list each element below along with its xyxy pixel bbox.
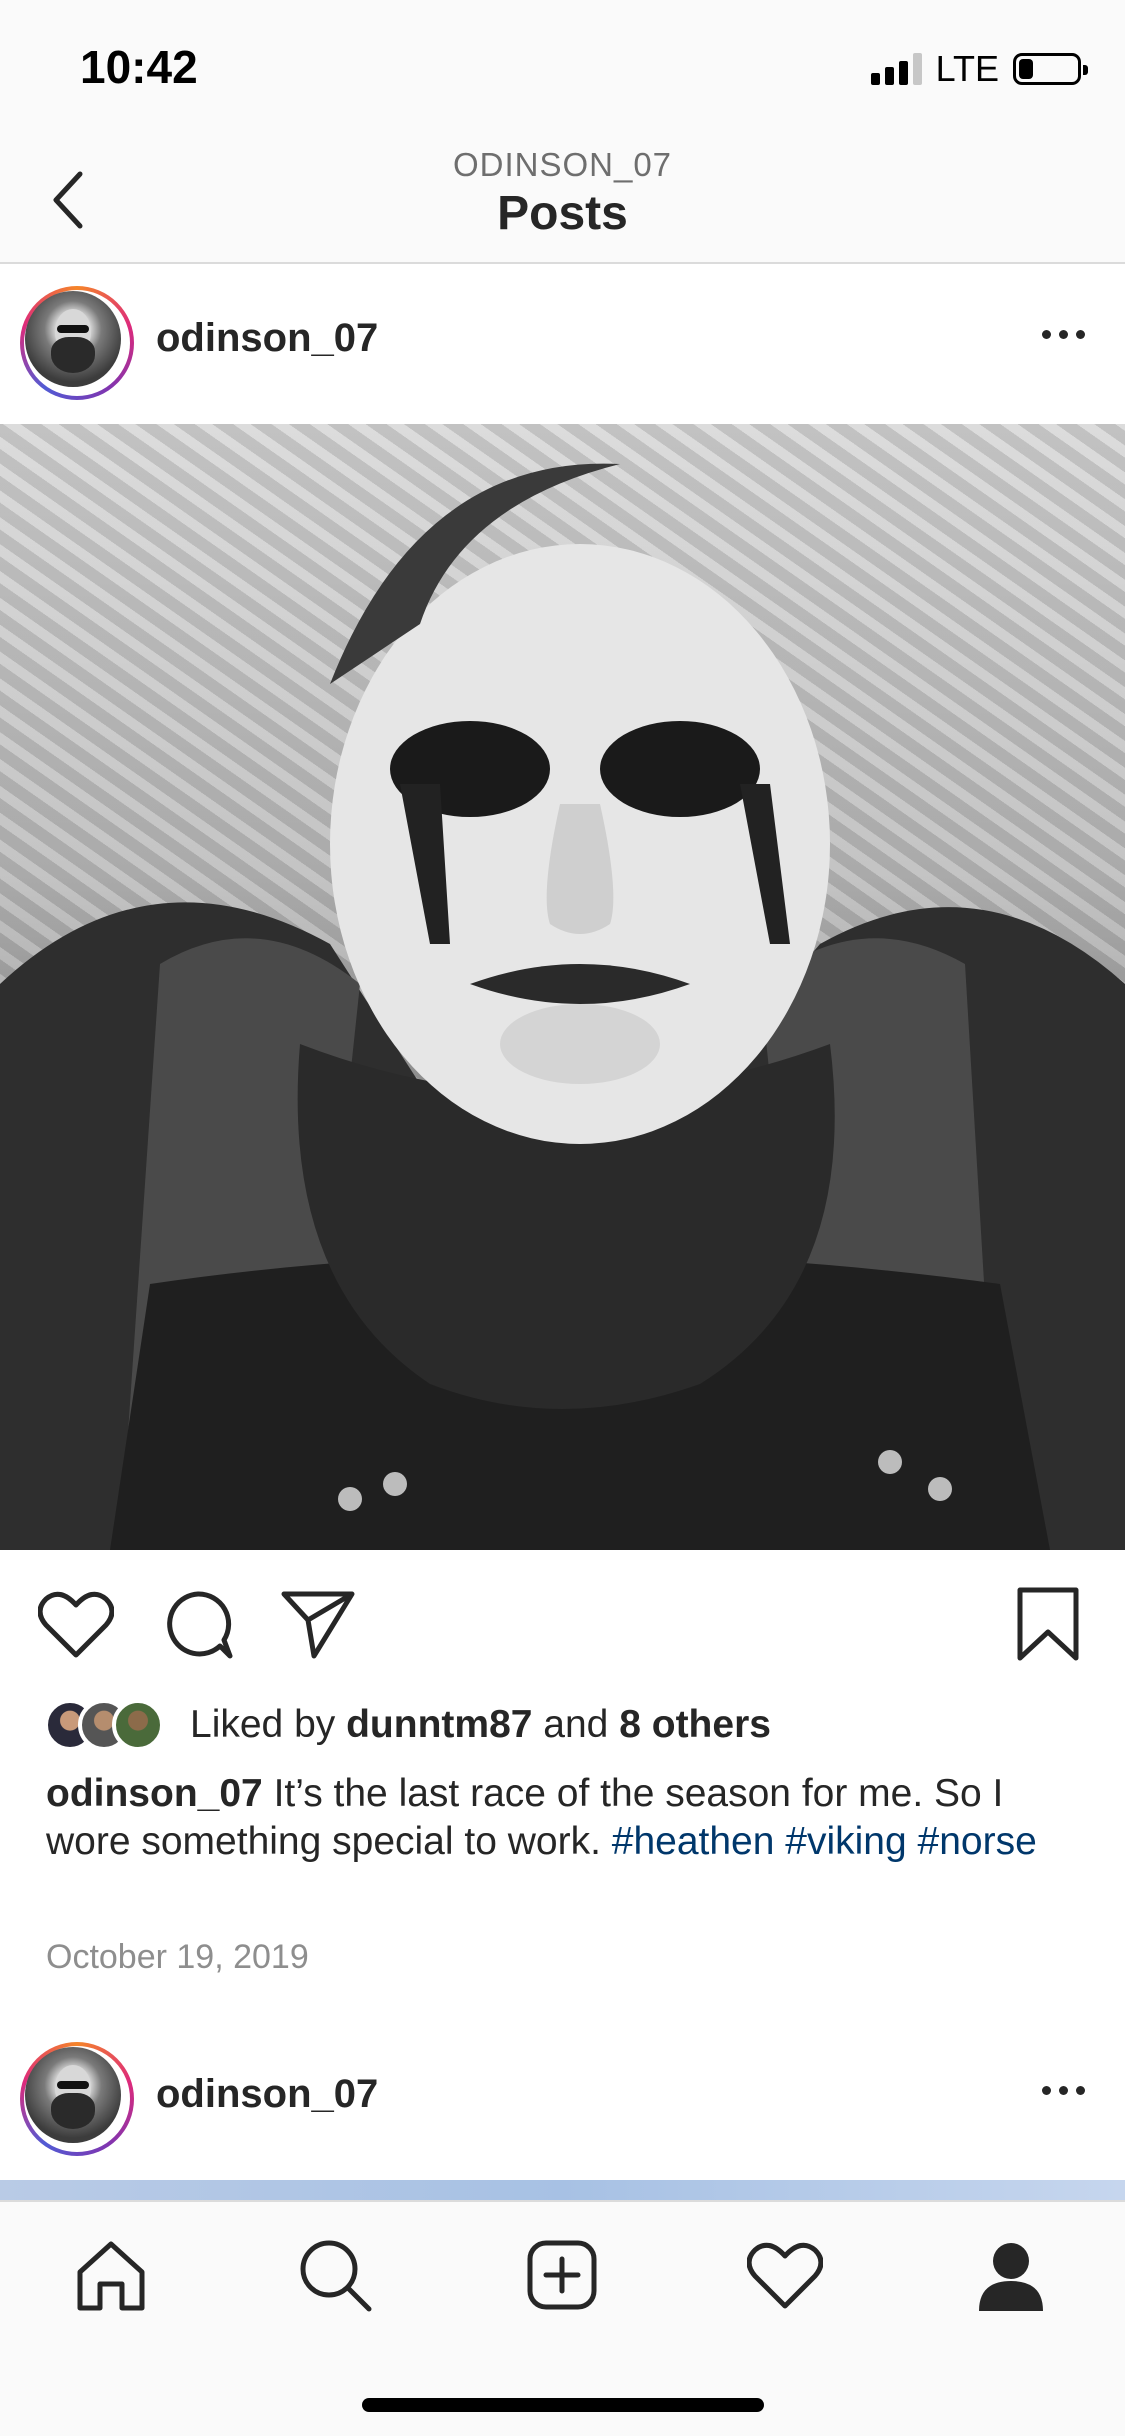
ellipsis-icon[interactable] <box>1042 2086 1085 2095</box>
post-header: odinson_07 <box>0 264 1125 424</box>
likes-summary: Liked by dunntm87 and 8 others <box>190 1703 771 1746</box>
home-icon[interactable] <box>66 2230 156 2320</box>
network-type: LTE <box>935 48 999 89</box>
activity-heart-icon[interactable] <box>740 2230 830 2320</box>
hashtag[interactable]: #norse <box>918 1820 1037 1863</box>
liker-username[interactable]: dunntm87 <box>346 1703 532 1746</box>
avatar[interactable] <box>20 2042 134 2156</box>
heart-outline-icon[interactable] <box>36 1584 116 1664</box>
ellipsis-icon[interactable] <box>1042 330 1085 339</box>
post-photo-illustration <box>0 463 1125 1550</box>
post-username[interactable]: odinson_07 <box>156 2072 378 2117</box>
nav-header: ODINSON_07 Posts <box>0 140 1125 264</box>
page-title: Posts <box>497 187 628 240</box>
header-subtitle: ODINSON_07 <box>452 146 673 183</box>
avatar[interactable] <box>20 286 134 400</box>
battery-icon <box>1013 53 1088 85</box>
next-post-image[interactable] <box>0 2180 1125 2200</box>
home-indicator[interactable] <box>362 2398 764 2412</box>
hashtag[interactable]: #heathen <box>612 1820 775 1863</box>
caption-username[interactable]: odinson_07 <box>46 1772 263 1815</box>
post-caption: odinson_07 It’s the last race of the sea… <box>46 1770 1086 1866</box>
tab-bar <box>0 2200 1125 2436</box>
likes-row[interactable]: Liked by dunntm87 and 8 others <box>44 1690 771 1760</box>
signal-icon <box>870 53 922 85</box>
post-username[interactable]: odinson_07 <box>156 316 378 361</box>
new-post-icon[interactable] <box>517 2230 607 2320</box>
hashtag[interactable]: #viking <box>785 1820 906 1863</box>
status-time: 10:42 <box>80 41 198 93</box>
post-image[interactable] <box>0 424 1125 1550</box>
liker-avatar <box>112 1699 164 1751</box>
status-bar: 10:42 LTE <box>0 0 1125 140</box>
post-date: October 19, 2019 <box>46 1938 309 1976</box>
comment-icon[interactable] <box>158 1584 238 1664</box>
next-post-header: odinson_07 <box>0 2020 1125 2180</box>
bookmark-outline-icon[interactable] <box>1008 1584 1088 1664</box>
search-icon[interactable] <box>290 2230 380 2320</box>
likes-others[interactable]: 8 others <box>619 1703 771 1746</box>
paper-plane-icon[interactable] <box>278 1584 358 1664</box>
profile-icon[interactable] <box>966 2230 1056 2320</box>
status-indicators: LTE <box>870 48 1088 90</box>
post-actions <box>0 1550 1125 1690</box>
